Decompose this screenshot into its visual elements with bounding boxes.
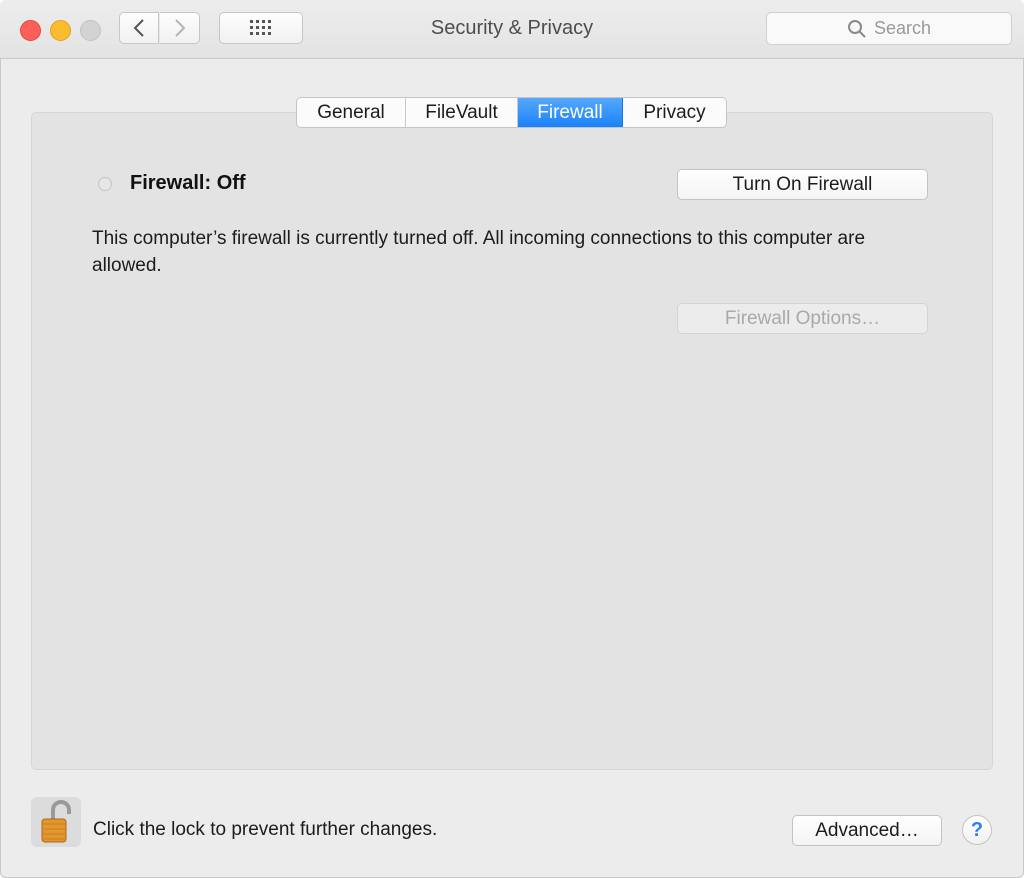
tab-privacy[interactable]: Privacy — [623, 98, 726, 127]
back-button[interactable] — [119, 12, 159, 44]
show-all-preferences-button[interactable] — [219, 12, 303, 44]
title-bar: Security & Privacy Search — [0, 0, 1024, 59]
firewall-pane — [31, 112, 993, 770]
tab-firewall[interactable]: Firewall — [518, 98, 623, 127]
search-icon — [847, 19, 866, 38]
firewall-description: This computer’s firewall is currently tu… — [92, 228, 866, 276]
help-button[interactable]: ? — [962, 815, 992, 845]
firewall-status-indicator — [98, 177, 112, 191]
lock-button[interactable] — [31, 797, 81, 847]
grid-icon — [250, 20, 271, 35]
window-title: Security & Privacy — [430, 17, 594, 39]
advanced-button[interactable]: Advanced… — [792, 815, 942, 846]
tab-general[interactable]: General — [297, 98, 406, 127]
close-window-button[interactable] — [20, 20, 41, 41]
tab-filevault[interactable]: FileVault — [406, 98, 518, 127]
forward-button[interactable] — [160, 12, 200, 44]
preference-tabs: General FileVault Firewall Privacy — [296, 97, 727, 128]
search-placeholder: Search — [873, 18, 932, 38]
security-privacy-window: Security & Privacy Search General FileVa… — [0, 0, 1024, 878]
lock-instruction-text: Click the lock to prevent further change… — [93, 819, 438, 840]
firewall-status-label: Firewall: Off — [130, 172, 246, 194]
minimize-window-button[interactable] — [50, 20, 71, 41]
search-field[interactable]: Search — [766, 12, 1012, 45]
zoom-window-button[interactable] — [80, 20, 101, 41]
unlocked-padlock-icon — [41, 800, 71, 843]
chevron-right-icon — [174, 19, 185, 37]
firewall-options-button[interactable]: Firewall Options… — [677, 303, 928, 334]
chevron-left-icon — [133, 19, 144, 37]
turn-on-firewall-button[interactable]: Turn On Firewall — [677, 169, 928, 200]
